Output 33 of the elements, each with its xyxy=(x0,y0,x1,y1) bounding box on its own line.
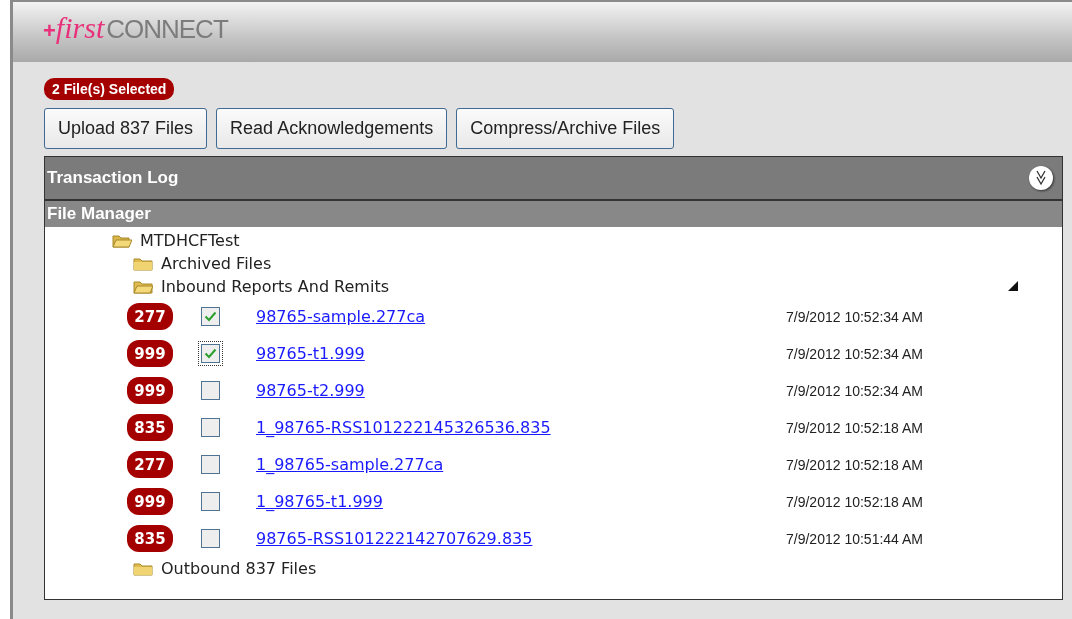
folder-label[interactable]: MTDHCFTest xyxy=(140,231,240,250)
file-date: 7/9/2012 10:52:18 AM xyxy=(786,493,923,510)
file-link[interactable]: 98765-RSS101222142707629.835 xyxy=(256,529,786,548)
folder-label[interactable]: Inbound Reports And Remits xyxy=(161,277,389,296)
file-date: 7/9/2012 10:52:34 AM xyxy=(786,308,923,325)
file-link[interactable]: 1_98765-RSS101222145326536.835 xyxy=(256,418,786,437)
action-button[interactable]: Upload 837 Files xyxy=(44,108,208,149)
file-type-badge: 999 xyxy=(127,340,173,367)
folder-label[interactable]: Archived Files xyxy=(161,254,272,273)
file-date: 7/9/2012 10:51:44 AM xyxy=(786,530,923,547)
logo: +firstCONNECT xyxy=(43,11,228,45)
file-link[interactable]: 1_98765-sample.277ca xyxy=(256,455,786,474)
file-date: 7/9/2012 10:52:34 AM xyxy=(786,345,923,362)
file-link[interactable]: 98765-t1.999 xyxy=(256,344,786,363)
file-type-badge: 835 xyxy=(127,525,173,552)
section-title: Transaction Log xyxy=(47,168,179,188)
file-type-badge: 277 xyxy=(127,451,173,478)
file-type-badge: 277 xyxy=(127,303,173,330)
folder-label[interactable]: Outbound 837 Files xyxy=(161,559,317,578)
file-type-badge: 999 xyxy=(127,377,173,404)
file-link[interactable]: 98765-t2.999 xyxy=(256,381,786,400)
file-link[interactable]: 1_98765-t1.999 xyxy=(256,492,786,511)
file-date: 7/9/2012 10:52:18 AM xyxy=(786,419,923,436)
file-type-badge: 835 xyxy=(127,414,173,441)
action-button[interactable]: Compress/Archive Files xyxy=(456,108,675,149)
file-date: 7/9/2012 10:52:18 AM xyxy=(786,456,923,473)
selection-count-badge: 2 File(s) Selected xyxy=(44,78,175,100)
file-link[interactable]: 98765-sample.277ca xyxy=(256,307,786,326)
action-button[interactable]: Read Acknowledgements xyxy=(216,108,448,149)
section-title: File Manager xyxy=(47,204,151,224)
transaction-log-header[interactable]: Transaction Log xyxy=(45,157,1062,201)
file-type-badge: 999 xyxy=(127,488,173,515)
file-date: 7/9/2012 10:52:34 AM xyxy=(786,382,923,399)
